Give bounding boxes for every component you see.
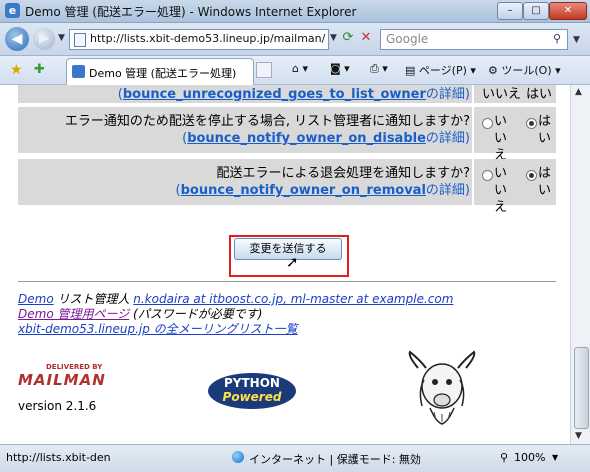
status-bar: http://lists.xbit-den インターネット | 保護モード: 無… (0, 444, 590, 472)
vertical-scrollbar[interactable]: ▲ ▼ (570, 85, 590, 444)
window-title: Demo 管理 (配送エラー処理) - Windows Internet Exp… (25, 5, 357, 19)
radio-no-label: いいえ (482, 87, 522, 102)
navigation-bar: ◀ ▶ ▼ http://lists.xbit-demo53.lineup.jp… (0, 23, 590, 56)
setting-question-text: エラー通知のため配送を停止する場合, リスト管理者に通知しますか? (64, 114, 470, 129)
radio-cell: いいえ はい (472, 107, 556, 163)
radio-no-label: いいえ (494, 114, 508, 163)
python-logo-bottom: Powered (222, 390, 282, 404)
address-input[interactable]: http://lists.xbit-demo53.lineup.jp/mailm… (90, 32, 325, 45)
forward-icon[interactable]: ▶ (33, 28, 55, 50)
scrollbar-thumb[interactable] (574, 347, 589, 429)
history-dropdown-icon[interactable]: ▼ (58, 33, 65, 43)
tools-menu-label: ツール(O) (501, 64, 552, 77)
home-icon[interactable]: ⌂ ▾ (292, 62, 308, 75)
scroll-down-icon[interactable]: ▼ (575, 431, 582, 441)
search-box[interactable]: Google ⚲ (380, 29, 568, 50)
radio-yes-label: はい (538, 166, 552, 198)
footer-admin-text: リスト管理人 (53, 292, 134, 306)
close-button[interactable]: ✕ (549, 2, 587, 20)
version-text: version 2.1.6 (18, 399, 97, 413)
setting-question: エラー通知のため配送を停止する場合, リスト管理者に通知しますか? (bounc… (64, 114, 470, 146)
back-icon[interactable]: ◀ (5, 27, 29, 51)
setting-row: (bounce_unrecognized_goes_to_list_ownerの… (18, 85, 556, 103)
cursor-icon: ➚ (286, 253, 299, 271)
radio-yes[interactable] (526, 118, 537, 129)
tab-toolbar: ★ ✚ Demo 管理 (配送エラー処理) ⌂ ▾ ◙ ▾ ⎙ ▾ ▤ ページ(… (0, 56, 590, 85)
page-menu[interactable]: ▤ ページ(P) ▾ (405, 62, 476, 78)
setting-row: 配送エラーによる退会処理を通知しますか? (bounce_notify_owne… (18, 159, 556, 215)
add-favorite-icon[interactable]: ✚ (34, 62, 45, 77)
title-bar: e Demo 管理 (配送エラー処理) - Windows Internet E… (0, 0, 590, 23)
radio-yes-label: はい (526, 87, 553, 102)
page-content: (bounce_unrecognized_goes_to_list_ownerの… (0, 85, 570, 444)
divider (18, 281, 556, 282)
password-note: (パスワードが必要です) (129, 307, 263, 321)
globe-icon (232, 451, 244, 463)
radio-cell: いいえ はい (472, 85, 556, 103)
tools-menu[interactable]: ⚙ ツール(O) ▾ (488, 62, 561, 78)
gnu-logo[interactable] (404, 350, 480, 426)
all-lists-link[interactable]: xbit-demo53.lineup.jp の全メーリングリスト一覧 (18, 322, 298, 336)
address-dropdown-icon[interactable]: ▼ (330, 33, 337, 43)
tab-label: Demo 管理 (配送エラー処理) (89, 67, 237, 80)
ie-logo-icon: e (5, 3, 20, 18)
scroll-up-icon[interactable]: ▲ (575, 87, 582, 97)
page-icon (74, 33, 86, 47)
admin-email-link[interactable]: n.kodaira at itboost.co.jp, ml-master at… (133, 292, 453, 306)
mailman-logo[interactable]: DELIVERED BY MAILMAN (18, 363, 114, 391)
radio-cell: いいえ はい (472, 159, 556, 215)
python-logo-top: PYTHON (224, 376, 280, 390)
setting-detail-link[interactable]: bounce_notify_owner_on_removal (181, 183, 426, 198)
maximize-button[interactable]: □ (523, 2, 549, 20)
footer-line-lists: xbit-demo53.lineup.jp の全メーリングリスト一覧 (18, 320, 298, 337)
admin-page-link[interactable]: Demo 管理用ページ (18, 307, 129, 321)
page-menu-label: ページ(P) (418, 64, 467, 77)
tools-gear-icon: ⚙ (488, 64, 498, 77)
search-dropdown-icon[interactable]: ▼ (573, 35, 580, 45)
radio-yes-label: はい (538, 114, 552, 146)
page-icon: ▤ (405, 64, 416, 77)
setting-detail-suffix: の詳細 (425, 183, 465, 198)
setting-question-text: 配送エラーによる退会処理を通知しますか? (216, 166, 470, 181)
favorites-star-icon[interactable]: ★ (10, 62, 23, 78)
mailman-logo-caption: DELIVERED BY (46, 363, 103, 371)
radio-no[interactable] (482, 170, 493, 181)
minimize-button[interactable]: – (497, 2, 523, 20)
setting-detail-suffix: の詳細 (425, 87, 465, 102)
radio-yes[interactable] (526, 170, 537, 181)
list-info-link[interactable]: Demo (18, 292, 54, 306)
security-zone[interactable]: インターネット | 保護モード: 無効 (249, 451, 421, 467)
zoom-dropdown-icon[interactable]: ▼ (552, 453, 558, 462)
setting-detail-suffix: の詳細 (425, 131, 465, 146)
refresh-icon[interactable]: ⟳ (340, 30, 356, 46)
search-input[interactable]: Google (386, 32, 428, 46)
new-tab-button[interactable] (256, 62, 272, 78)
setting-detail-link[interactable]: bounce_notify_owner_on_disable (187, 131, 426, 146)
stop-icon[interactable]: ✕ (358, 30, 374, 46)
status-url: http://lists.xbit-den (6, 451, 111, 464)
print-icon[interactable]: ⎙ ▾ (370, 62, 388, 76)
radio-no[interactable] (482, 118, 493, 129)
radio-no-label: いいえ (494, 166, 508, 215)
tab-page-icon (72, 65, 85, 78)
address-bar[interactable]: http://lists.xbit-demo53.lineup.jp/mailm… (69, 29, 329, 50)
search-icon[interactable]: ⚲ (553, 32, 561, 45)
setting-question: 配送エラーによる退会処理を通知しますか? (bounce_notify_owne… (175, 166, 470, 198)
feeds-icon[interactable]: ◙ ▾ (330, 62, 350, 75)
python-powered-logo[interactable]: PYTHON Powered (208, 373, 296, 409)
zoom-icon[interactable]: ⚲ (500, 451, 508, 464)
tab-current[interactable]: Demo 管理 (配送エラー処理) (66, 58, 254, 85)
setting-row: エラー通知のため配送を停止する場合, リスト管理者に通知しますか? (bounc… (18, 107, 556, 163)
zoom-level[interactable]: 100% (514, 451, 545, 464)
setting-question: (bounce_unrecognized_goes_to_list_ownerの… (117, 87, 470, 102)
setting-detail-link[interactable]: bounce_unrecognized_goes_to_list_owner (123, 87, 426, 102)
mailman-logo-text: MAILMAN (18, 371, 106, 389)
